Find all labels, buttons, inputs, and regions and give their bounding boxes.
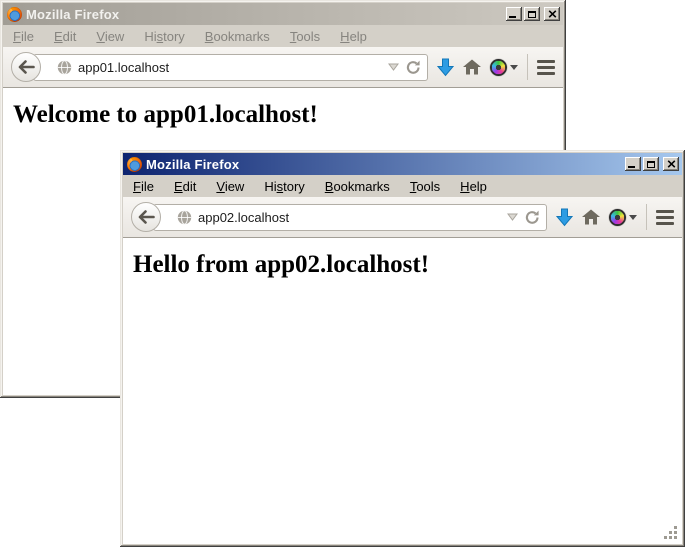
menu-item-view[interactable]: View (88, 27, 132, 46)
close-icon (667, 160, 676, 168)
menu-item-history[interactable]: History (256, 177, 312, 196)
menu-button[interactable] (537, 60, 555, 75)
close-icon (548, 10, 557, 18)
minimize-icon (509, 16, 516, 18)
navigation-toolbar: app01.localhost (3, 47, 563, 88)
close-button[interactable] (663, 157, 679, 171)
menu-item-help[interactable]: Help (452, 177, 495, 196)
menu-item-tools[interactable]: Tools (402, 177, 448, 196)
maximize-icon (647, 161, 655, 168)
download-button[interactable] (556, 208, 573, 227)
back-button[interactable] (131, 202, 161, 232)
page-heading: Welcome to app01.localhost! (13, 101, 563, 129)
menu-item-history[interactable]: History (136, 27, 192, 46)
download-arrow-icon (437, 58, 454, 77)
url-dropdown-icon[interactable] (388, 63, 399, 71)
menu-item-bookmarks[interactable]: Bookmarks (197, 27, 278, 46)
home-icon (463, 59, 481, 75)
menu-item-edit[interactable]: Edit (46, 27, 84, 46)
hamburger-icon (656, 210, 674, 213)
resize-grip[interactable] (663, 525, 678, 540)
url-bar[interactable]: app01.localhost (33, 54, 428, 81)
menu-item-help[interactable]: Help (332, 27, 375, 46)
close-button[interactable] (544, 7, 560, 21)
download-button[interactable] (437, 58, 454, 77)
globe-icon[interactable] (177, 210, 192, 225)
maximize-button[interactable] (643, 157, 659, 171)
menu-item-bookmarks[interactable]: Bookmarks (317, 177, 398, 196)
page-heading: Hello from app02.localhost! (133, 251, 682, 279)
reload-icon[interactable] (525, 210, 540, 225)
home-button[interactable] (463, 59, 481, 75)
dropdown-caret-icon (629, 215, 637, 220)
firefox-window-app02: Mozilla Firefox FileEditViewHistory Bookm… (120, 150, 685, 547)
download-arrow-icon (556, 208, 573, 227)
titlebar[interactable]: Mozilla Firefox (123, 153, 682, 175)
toolbar-separator (527, 54, 528, 80)
menu-item-file[interactable]: File (125, 177, 162, 196)
toolbar-separator (646, 204, 647, 230)
window-title: Mozilla Firefox (26, 7, 502, 22)
back-arrow-icon (138, 210, 155, 224)
dropdown-caret-icon (510, 65, 518, 70)
menu-item-edit[interactable]: Edit (166, 177, 204, 196)
hamburger-icon (537, 60, 555, 63)
color-wheel-icon (490, 59, 507, 76)
menu-item-view[interactable]: View (208, 177, 252, 196)
menu-item-file[interactable]: File (5, 27, 42, 46)
url-text: app01.localhost (78, 60, 382, 75)
maximize-button[interactable] (524, 7, 540, 21)
back-arrow-icon (18, 60, 35, 74)
maximize-icon (528, 11, 536, 18)
menu-bar: FileEditViewHistory BookmarksToolsHelp (3, 25, 563, 47)
menu-bar: FileEditViewHistory BookmarksToolsHelp (123, 175, 682, 197)
minimize-button[interactable] (625, 157, 641, 171)
url-bar[interactable]: app02.localhost (153, 204, 547, 231)
color-wheel-icon (609, 209, 626, 226)
color-wheel-button[interactable] (490, 59, 518, 76)
url-dropdown-icon[interactable] (507, 213, 518, 221)
firefox-logo-icon (127, 157, 142, 172)
home-icon (582, 209, 600, 225)
navigation-toolbar: app02.localhost (123, 197, 682, 238)
globe-icon[interactable] (57, 60, 72, 75)
url-text: app02.localhost (198, 210, 501, 225)
color-wheel-button[interactable] (609, 209, 637, 226)
back-button[interactable] (11, 52, 41, 82)
page-content: Hello from app02.localhost! (123, 238, 682, 544)
firefox-logo-icon (7, 7, 22, 22)
window-title: Mozilla Firefox (146, 157, 621, 172)
minimize-icon (628, 166, 635, 168)
home-button[interactable] (582, 209, 600, 225)
titlebar[interactable]: Mozilla Firefox (3, 3, 563, 25)
reload-icon[interactable] (406, 60, 421, 75)
minimize-button[interactable] (506, 7, 522, 21)
menu-item-tools[interactable]: Tools (282, 27, 328, 46)
menu-button[interactable] (656, 210, 674, 225)
